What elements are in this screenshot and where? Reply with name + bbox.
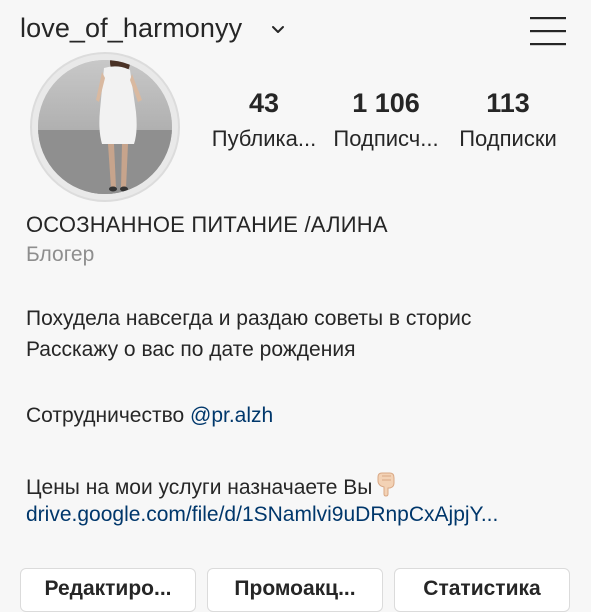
- bio-external-link[interactable]: drive.google.com/file/d/1SNamlvi9uDRnpCx…: [26, 503, 498, 527]
- mention-link[interactable]: @pr.alzh: [190, 404, 273, 427]
- bio-collab: Сотрудничество @pr.alzh: [26, 404, 273, 428]
- stat-posts[interactable]: 43 Публика...: [194, 88, 334, 152]
- avatar-photo: [38, 60, 172, 194]
- bio-line: Расскажу о вас по дате рождения: [26, 338, 356, 361]
- stat-posts-value: 43: [248, 88, 280, 118]
- stat-following-label: Подписки: [459, 126, 557, 151]
- avatar[interactable]: [30, 52, 180, 202]
- promotions-button[interactable]: Промоакц...: [207, 568, 383, 612]
- username[interactable]: love_of_harmonyy: [20, 13, 242, 44]
- stat-following[interactable]: 113 Подписки: [438, 88, 578, 152]
- profile-name: ОСОЗНАННОЕ ПИТАНИЕ /АЛИНА: [26, 212, 388, 237]
- stat-followers-label: Подписч...: [333, 126, 439, 151]
- pointing-down-hand-icon: [377, 472, 395, 497]
- chevron-down-icon[interactable]: [270, 22, 286, 38]
- bio-prices: Цены на мои услуги назначаете Вы: [26, 471, 398, 500]
- stat-followers-value: 1 106: [352, 88, 420, 118]
- collab-text: Сотрудничество: [26, 404, 191, 427]
- bio-line: Похудела навсегда и раздаю советы в стор…: [26, 307, 472, 330]
- hamburger-menu-icon[interactable]: [530, 16, 566, 46]
- edit-profile-button[interactable]: Редактиро...: [20, 568, 196, 612]
- stat-following-value: 113: [486, 88, 530, 118]
- insights-button[interactable]: Статистика: [394, 568, 570, 612]
- stat-followers[interactable]: 1 106 Подписч...: [316, 88, 456, 152]
- prices-text: Цены на мои услуги назначаете Вы: [26, 476, 373, 499]
- profile-category: Блогер: [26, 243, 95, 266]
- stat-posts-label: Публика...: [211, 126, 317, 151]
